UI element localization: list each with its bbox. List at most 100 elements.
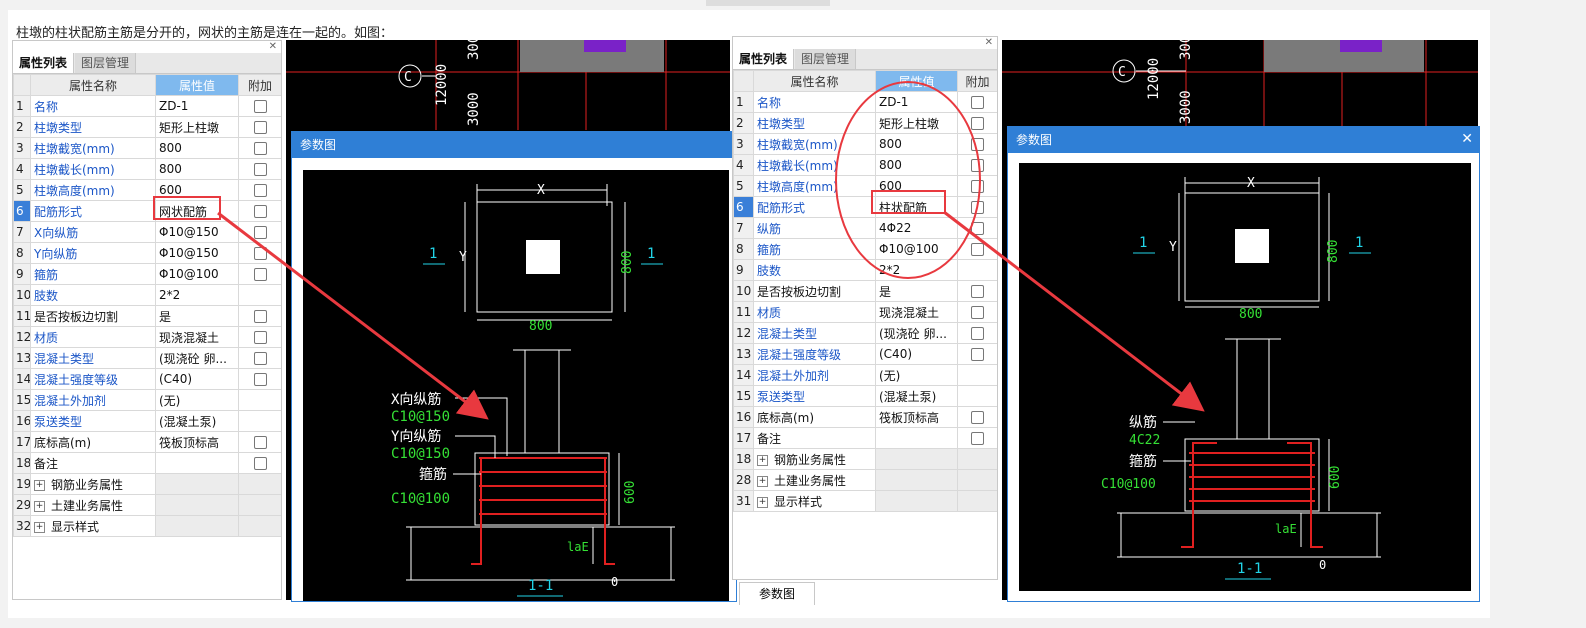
property-value[interactable] xyxy=(155,515,239,537)
table-row[interactable]: 7 纵筋 4Φ22 xyxy=(733,217,997,239)
attach-checkbox[interactable] xyxy=(971,180,984,193)
property-value[interactable]: 4Φ22 xyxy=(875,217,958,239)
tab-layer-management[interactable]: 图层管理 xyxy=(75,53,137,73)
attach-checkbox[interactable] xyxy=(971,117,984,130)
attach-checkbox[interactable] xyxy=(253,436,267,449)
attach-checkbox[interactable] xyxy=(971,306,984,319)
table-row[interactable]: 12 混凝土类型 (现浇砼 卵... xyxy=(733,322,997,344)
attach-checkbox[interactable] xyxy=(253,352,267,365)
property-value[interactable]: 筏板顶标高 xyxy=(155,431,239,453)
table-row[interactable]: 15 泵送类型 (混凝土泵) xyxy=(733,385,997,407)
table-row[interactable]: 8 箍筋 Φ10@100 xyxy=(733,238,997,260)
attach-checkbox[interactable] xyxy=(253,310,267,323)
attach-checkbox[interactable] xyxy=(971,432,984,445)
table-row[interactable]: 13 混凝土强度等级 (C40) xyxy=(733,343,997,365)
table-row[interactable]: 14 混凝土强度等级 (C40) xyxy=(13,368,281,390)
table-row[interactable]: 5 柱墩高度(mm) 600 xyxy=(733,175,997,197)
property-value[interactable]: 800 xyxy=(155,137,239,159)
attach-checkbox[interactable] xyxy=(253,184,267,197)
property-value[interactable]: 矩形上柱墩 xyxy=(875,112,958,134)
attach-checkbox[interactable] xyxy=(971,96,984,109)
table-row[interactable]: 10 肢数 2*2 xyxy=(13,284,281,306)
property-value[interactable]: (无) xyxy=(875,364,958,386)
attach-checkbox[interactable] xyxy=(253,100,267,113)
left-panel-close-icon[interactable]: ✕ xyxy=(269,41,277,52)
table-row[interactable]: 3 柱墩截宽(mm) 800 xyxy=(13,137,281,159)
table-row[interactable]: 8 Y向纵筋 Φ10@150 xyxy=(13,242,281,264)
attach-checkbox[interactable] xyxy=(971,285,984,298)
expand-plus-icon[interactable]: + xyxy=(757,454,768,466)
table-row[interactable]: 18 + 钢筋业务属性 xyxy=(733,448,997,470)
attach-checkbox[interactable] xyxy=(971,327,984,340)
table-row[interactable]: 6 配筋形式 网状配筋 xyxy=(13,200,281,222)
property-value[interactable]: Φ10@100 xyxy=(875,238,958,260)
table-row[interactable]: 9 肢数 2*2 xyxy=(733,259,997,281)
property-value[interactable]: Φ10@150 xyxy=(155,221,239,243)
attach-checkbox[interactable] xyxy=(253,268,267,281)
attach-checkbox[interactable] xyxy=(253,247,267,260)
property-value[interactable]: 矩形上柱墩 xyxy=(155,116,239,138)
property-value[interactable]: 2*2 xyxy=(155,284,239,306)
table-row[interactable]: 2 柱墩类型 矩形上柱墩 xyxy=(733,112,997,134)
attach-checkbox[interactable] xyxy=(971,222,984,235)
expand-plus-icon[interactable]: + xyxy=(34,521,45,533)
table-row[interactable]: 28 + 土建业务属性 xyxy=(733,469,997,491)
table-row[interactable]: 4 柱墩截长(mm) 800 xyxy=(13,158,281,180)
property-value[interactable]: 现浇混凝土 xyxy=(875,301,958,323)
right-dialog-close-icon[interactable]: ✕ xyxy=(1461,131,1473,147)
table-row[interactable]: 17 底标高(m) 筏板顶标高 xyxy=(13,431,281,453)
attach-checkbox[interactable] xyxy=(971,411,984,424)
attach-checkbox[interactable] xyxy=(253,373,267,386)
property-value[interactable]: (现浇砼 卵... xyxy=(875,322,958,344)
table-row[interactable]: 16 底标高(m) 筏板顶标高 xyxy=(733,406,997,428)
table-row[interactable]: 18 备注 xyxy=(13,452,281,474)
property-value[interactable]: 网状配筋 xyxy=(155,200,239,222)
property-value[interactable] xyxy=(155,452,239,474)
table-row[interactable]: 11 材质 现浇混凝土 xyxy=(733,301,997,323)
property-value[interactable]: Φ10@150 xyxy=(155,242,239,264)
expand-plus-icon[interactable]: + xyxy=(34,479,45,491)
table-row[interactable]: 11 是否按板边切割是 xyxy=(13,305,281,327)
property-value[interactable] xyxy=(875,490,958,512)
table-row[interactable]: 5 柱墩高度(mm) 600 xyxy=(13,179,281,201)
table-row[interactable]: 12 材质 现浇混凝土 xyxy=(13,326,281,348)
table-row[interactable]: 19 + 钢筋业务属性 xyxy=(13,473,281,495)
table-row[interactable]: 4 柱墩截长(mm) 800 xyxy=(733,154,997,176)
expand-plus-icon[interactable]: + xyxy=(757,496,768,508)
tab-property-list[interactable]: 属性列表 xyxy=(13,53,75,73)
table-row[interactable]: 1 名称 ZD-1 xyxy=(733,91,997,113)
property-value[interactable]: 现浇混凝土 xyxy=(155,326,239,348)
property-value[interactable]: (混凝土泵) xyxy=(875,385,958,407)
table-row[interactable]: 2 柱墩类型 矩形上柱墩 xyxy=(13,116,281,138)
property-value[interactable]: 800 xyxy=(875,133,958,155)
attach-checkbox[interactable] xyxy=(971,243,984,256)
property-value[interactable]: Φ10@100 xyxy=(155,263,239,285)
attach-checkbox[interactable] xyxy=(253,163,267,176)
attach-checkbox[interactable] xyxy=(971,159,984,172)
attach-checkbox[interactable] xyxy=(253,121,267,134)
attach-checkbox[interactable] xyxy=(971,138,984,151)
attach-checkbox[interactable] xyxy=(253,205,267,218)
table-row[interactable]: 16 泵送类型 (混凝土泵) xyxy=(13,410,281,432)
property-value[interactable]: (C40) xyxy=(155,368,239,390)
property-value[interactable]: 是 xyxy=(155,305,239,327)
attach-checkbox[interactable] xyxy=(253,331,267,344)
table-row[interactable]: 6 配筋形式 柱状配筋 xyxy=(733,196,997,218)
tab-layer-management-right[interactable]: 图层管理 xyxy=(795,49,857,69)
property-value[interactable] xyxy=(875,427,958,449)
right-panel-close-icon[interactable]: ✕ xyxy=(985,37,993,48)
property-value[interactable]: 柱状配筋 xyxy=(875,196,958,218)
property-value[interactable]: ZD-1 xyxy=(155,95,239,117)
property-value[interactable]: (C40) xyxy=(875,343,958,365)
table-row[interactable]: 29 + 土建业务属性 xyxy=(13,494,281,516)
property-value[interactable] xyxy=(155,494,239,516)
property-value[interactable]: (无) xyxy=(155,389,239,411)
property-value[interactable] xyxy=(875,448,958,470)
bottom-tab-param-diagram[interactable]: 参数图 xyxy=(739,582,815,605)
property-value[interactable]: (混凝土泵) xyxy=(155,410,239,432)
table-row[interactable]: 7 X向纵筋 Φ10@150 xyxy=(13,221,281,243)
table-row[interactable]: 15 混凝土外加剂 (无) xyxy=(13,389,281,411)
table-row[interactable]: 3 柱墩截宽(mm) 800 xyxy=(733,133,997,155)
property-value[interactable]: 600 xyxy=(875,175,958,197)
property-value[interactable]: (现浇砼 卵... xyxy=(155,347,239,369)
